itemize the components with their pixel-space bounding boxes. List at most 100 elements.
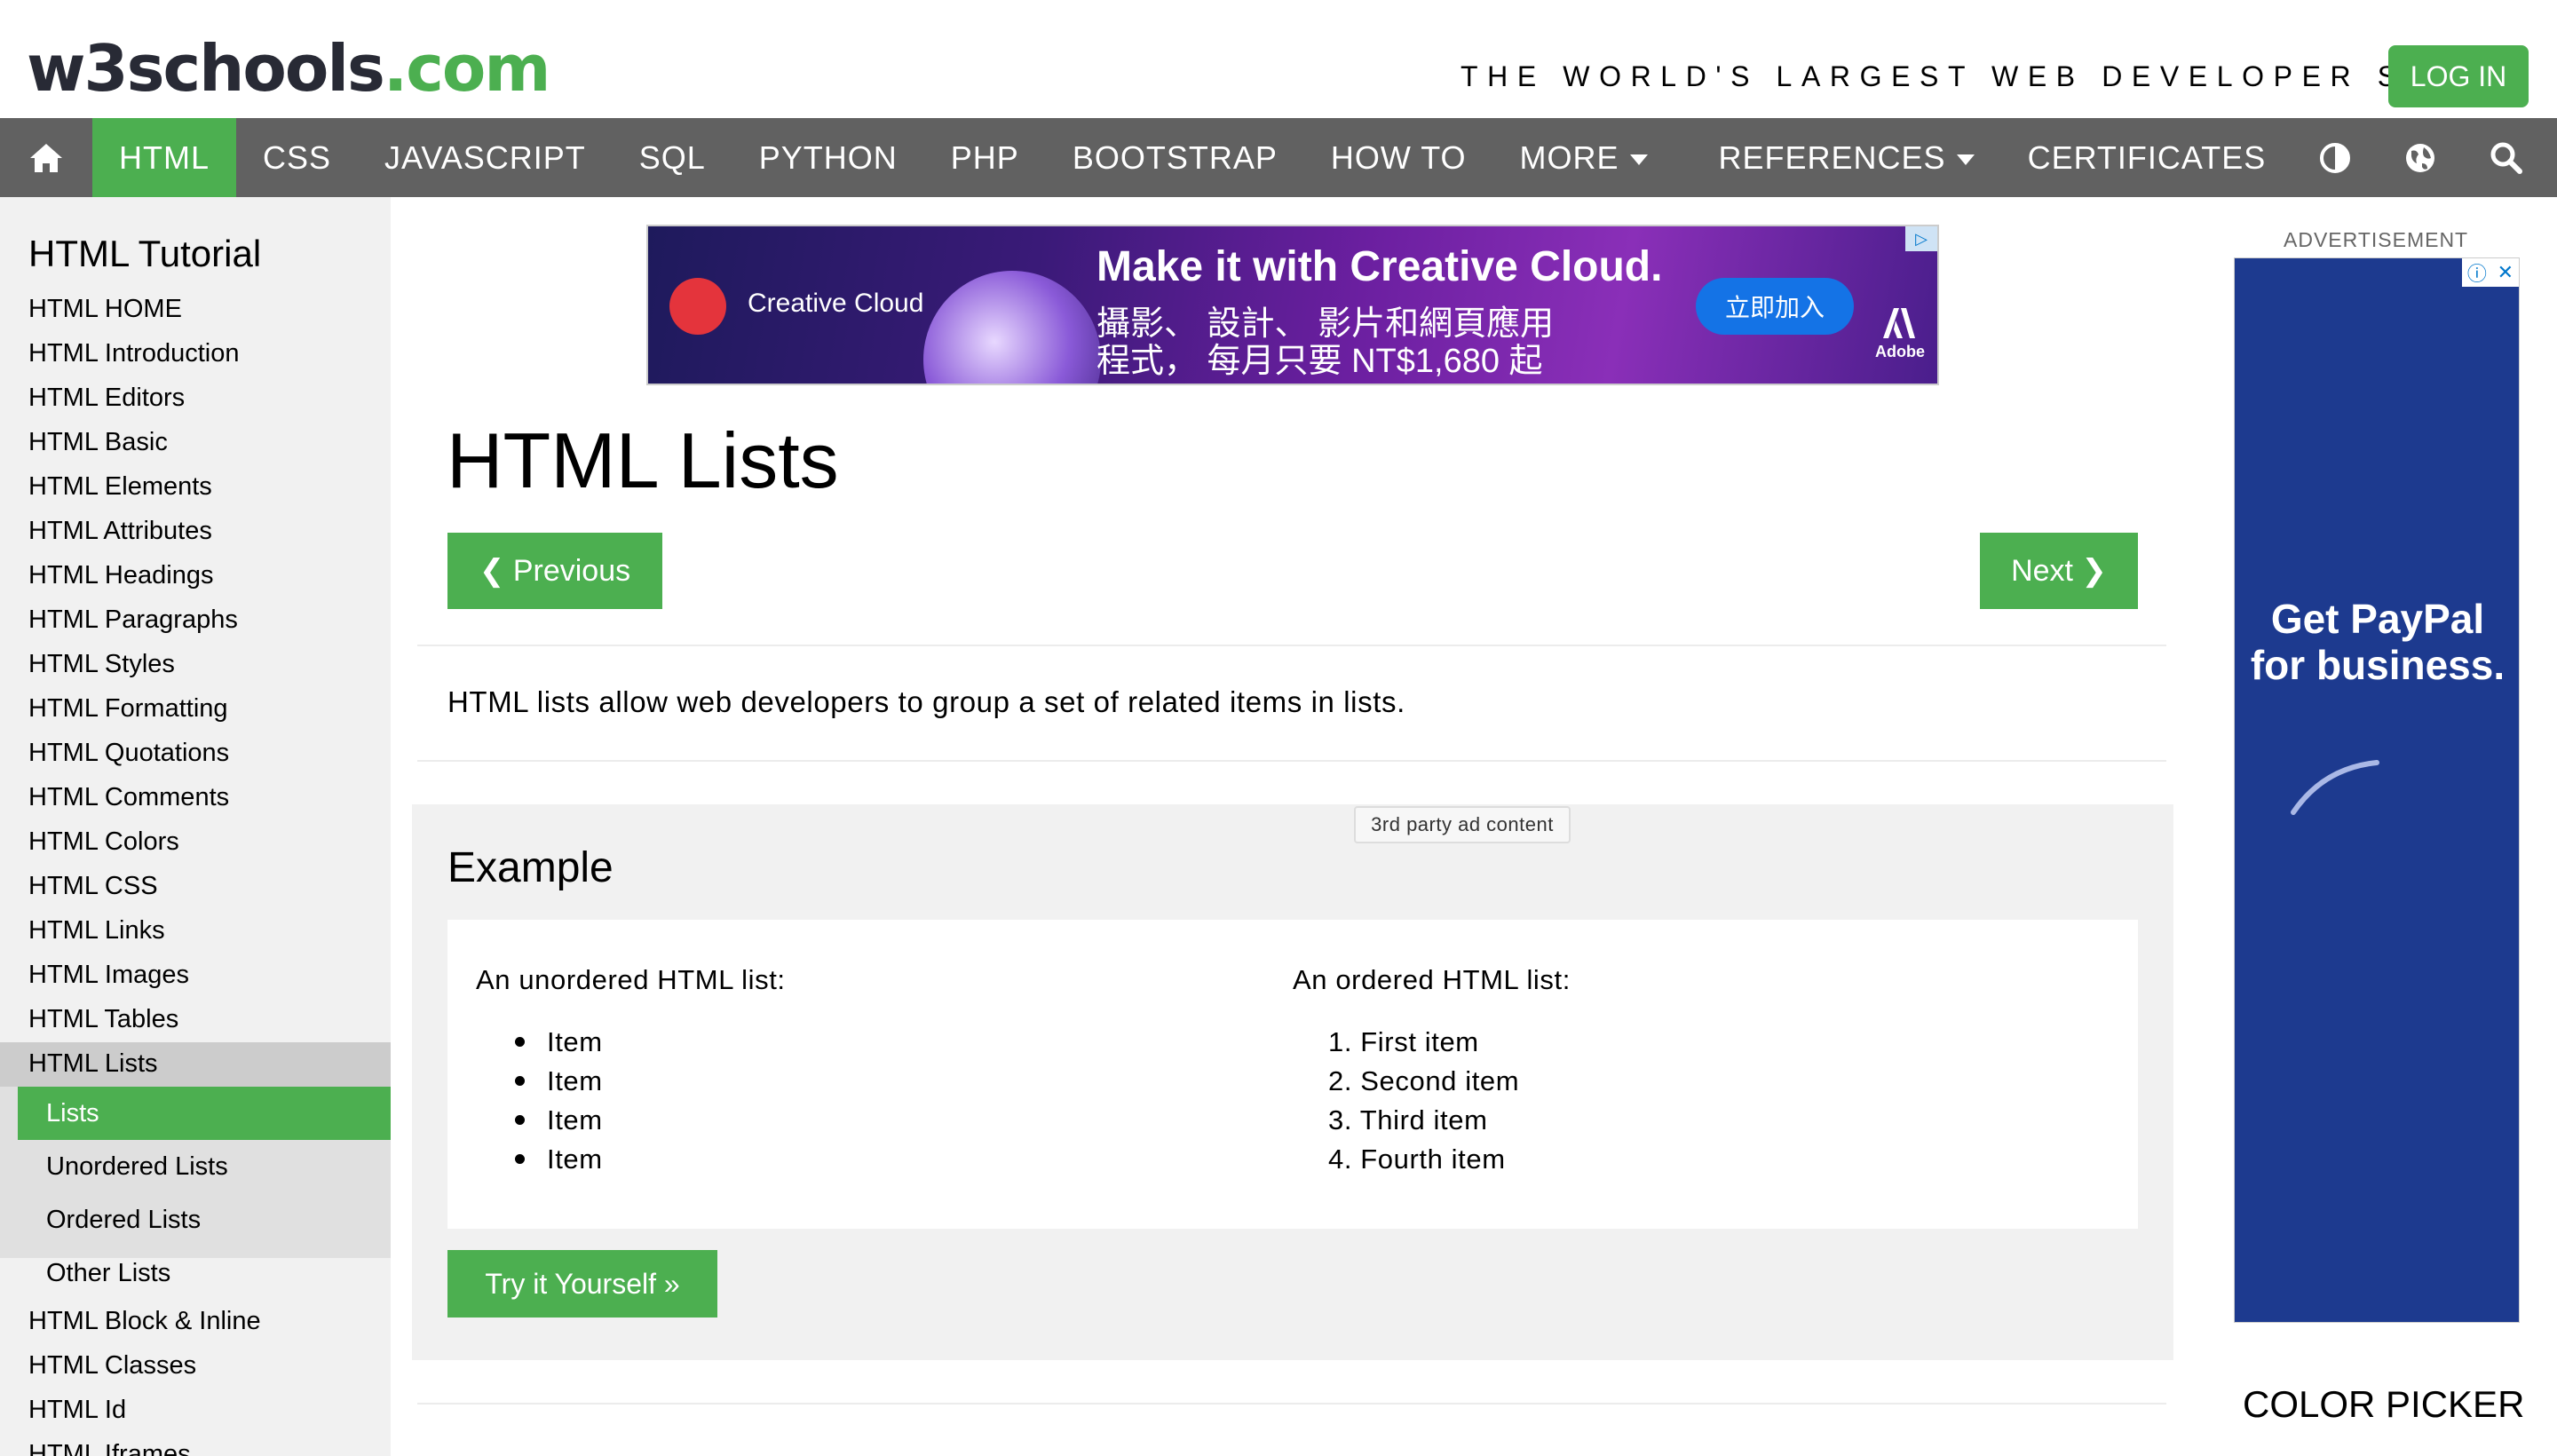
caret-down-icon (1629, 154, 1648, 165)
bullet (515, 1115, 525, 1125)
w3schools-logo[interactable]: w3schools.com (27, 28, 551, 108)
advertisement-label: ADVERTISEMENT (2284, 228, 2469, 251)
intro-paragraph: HTML lists allow web developers to group… (447, 685, 1405, 718)
list-item: Item (547, 1026, 603, 1057)
sidebar-subitem-other-lists[interactable]: Other Lists (46, 1259, 170, 1288)
ordered-list-heading: An ordered HTML list: (1293, 964, 1571, 995)
bullet (515, 1076, 525, 1086)
nav-more-label: MORE (1519, 138, 1619, 176)
sidebar-item-html-formatting[interactable]: HTML Formatting (28, 694, 228, 724)
sidebar-item-html-iframes[interactable]: HTML Iframes (28, 1440, 191, 1456)
list-item: Item (547, 1104, 603, 1136)
ad-subline-2: 程式， 每月只要 NT$1,680 起 (1096, 343, 1543, 380)
sidebar-item-html-attributes[interactable]: HTML Attributes (28, 517, 212, 546)
nav-more[interactable]: MORE (1493, 118, 1674, 197)
site-header: w3schools.com THE WORLD'S LARGEST WEB DE… (0, 0, 2557, 118)
home-icon (30, 143, 62, 172)
sidebar-subitem-ordered-lists[interactable]: Ordered Lists (46, 1206, 201, 1235)
nav-html[interactable]: HTML (92, 118, 236, 197)
bullet (515, 1037, 525, 1047)
creative-cloud-ad-banner[interactable]: Creative Cloud Make it with Creative Clo… (646, 225, 1939, 385)
divider (417, 1403, 2166, 1405)
sidebar-item-html-links[interactable]: HTML Links (28, 916, 165, 946)
nav-bootstrap[interactable]: BOOTSTRAP (1046, 118, 1304, 197)
sidebar-item-html-tables[interactable]: HTML Tables (28, 1005, 178, 1034)
top-navigation: HTML CSS JAVASCRIPT SQL PYTHON PHP BOOTS… (0, 118, 2557, 197)
paypal-ad-line-1: Get PayPal (2270, 596, 2485, 642)
logo-dot-com: .com (383, 31, 551, 106)
sidebar-item-html-css[interactable]: HTML CSS (28, 872, 158, 901)
next-button[interactable]: Next ❯ (1980, 533, 2138, 609)
paypal-ad-headline: Get PayPal for business. (2235, 596, 2521, 688)
unordered-list-heading: An unordered HTML list: (476, 964, 786, 995)
nav-javascript[interactable]: JAVASCRIPT (358, 118, 613, 197)
home-button[interactable] (0, 118, 92, 197)
nav-references-label: REFERENCES (1718, 138, 1946, 176)
previous-button[interactable]: ❮ Previous (447, 533, 662, 609)
sidebar-subitem-lists[interactable]: Lists (46, 1099, 99, 1128)
list-item: 4. Fourth item (1328, 1143, 1506, 1175)
sidebar-item-html-lists[interactable]: HTML Lists (28, 1049, 158, 1079)
login-button[interactable]: LOG IN (2388, 45, 2529, 107)
sidebar-item-html-editors[interactable]: HTML Editors (28, 384, 185, 413)
sidebar-item-html-block-inline[interactable]: HTML Block & Inline (28, 1307, 261, 1336)
site-tagline: THE WORLD'S LARGEST WEB DEVELOPER SITE (1461, 60, 2479, 92)
paypal-ad[interactable]: ⓘ ✕ Get PayPal for business. (2234, 257, 2520, 1323)
sidebar-item-html-colors[interactable]: HTML Colors (28, 827, 179, 857)
adchoices-close-icon[interactable]: ⓘ ✕ (2462, 258, 2519, 287)
nav-css[interactable]: CSS (236, 118, 358, 197)
list-item: 2. Second item (1328, 1065, 1520, 1096)
caret-down-icon (1956, 154, 1975, 165)
creative-cloud-logo-icon (669, 278, 726, 335)
example-title: Example (447, 844, 614, 891)
nav-certificates[interactable]: CERTIFICATES (2001, 118, 2293, 197)
sidebar-item-html-basic[interactable]: HTML Basic (28, 428, 168, 457)
globe-icon (2406, 143, 2435, 172)
sidebar-item-html-classes[interactable]: HTML Classes (28, 1351, 196, 1381)
search-button[interactable] (2463, 118, 2550, 197)
sidebar-item-html-paragraphs[interactable]: HTML Paragraphs (28, 605, 238, 635)
left-sidebar: HTML Tutorial HTML HOME HTML Introductio… (0, 197, 391, 1456)
try-it-yourself-button[interactable]: Try it Yourself » (447, 1250, 717, 1318)
nav-php[interactable]: PHP (924, 118, 1046, 197)
sidebar-item-html-elements[interactable]: HTML Elements (28, 472, 212, 502)
color-picker-heading: COLOR PICKER (2243, 1383, 2525, 1425)
bullet (515, 1154, 525, 1164)
adobe-icon (1883, 308, 1915, 338)
sidebar-item-html-comments[interactable]: HTML Comments (28, 783, 229, 812)
sidebar-item-html-headings[interactable]: HTML Headings (28, 561, 213, 590)
list-item: Item (547, 1143, 603, 1175)
divider (417, 760, 2166, 762)
nav-sql[interactable]: SQL (613, 118, 732, 197)
info-icon: ⓘ (2466, 263, 2487, 285)
sidebar-item-html-styles[interactable]: HTML Styles (28, 650, 175, 679)
list-item: Item (547, 1065, 603, 1096)
contrast-icon (2320, 142, 2351, 173)
sidebar-item-html-quotations[interactable]: HTML Quotations (28, 739, 229, 768)
search-icon (2490, 142, 2523, 174)
sidebar-subitem-unordered-lists[interactable]: Unordered Lists (46, 1152, 228, 1182)
sidebar-item-html-id[interactable]: HTML Id (28, 1396, 126, 1425)
list-item: 1. First item (1328, 1026, 1479, 1057)
example-output-box: An unordered HTML list: Item Item Item I… (447, 920, 2138, 1229)
paypal-ad-line-2: for business. (2250, 642, 2506, 688)
nav-references[interactable]: REFERENCES (1674, 118, 2001, 197)
language-button[interactable] (2378, 118, 2463, 197)
adchoices-icon[interactable]: ▷ (1905, 226, 1937, 251)
nav-how-to[interactable]: HOW TO (1304, 118, 1493, 197)
sidebar-item-html-images[interactable]: HTML Images (28, 961, 189, 990)
sidebar-item-html-introduction[interactable]: HTML Introduction (28, 339, 239, 368)
list-item: 3. Third item (1328, 1104, 1488, 1136)
nav-python[interactable]: PYTHON (732, 118, 924, 197)
adobe-label: Adobe (1875, 343, 1925, 360)
ad-brand-text: Creative Cloud (748, 289, 924, 318)
sidebar-item-html-home[interactable]: HTML HOME (28, 295, 182, 324)
planet-illustration (923, 271, 1101, 384)
adobe-logo: Adobe (1875, 308, 1925, 361)
ad-headline: Make it with Creative Cloud. (1096, 243, 1663, 290)
loading-spinner-icon (2291, 760, 2379, 815)
logo-main-text: w3schools (27, 31, 385, 106)
ad-join-button[interactable]: 立即加入 (1696, 278, 1854, 335)
theme-toggle-button[interactable] (2292, 118, 2378, 197)
divider (417, 645, 2166, 646)
